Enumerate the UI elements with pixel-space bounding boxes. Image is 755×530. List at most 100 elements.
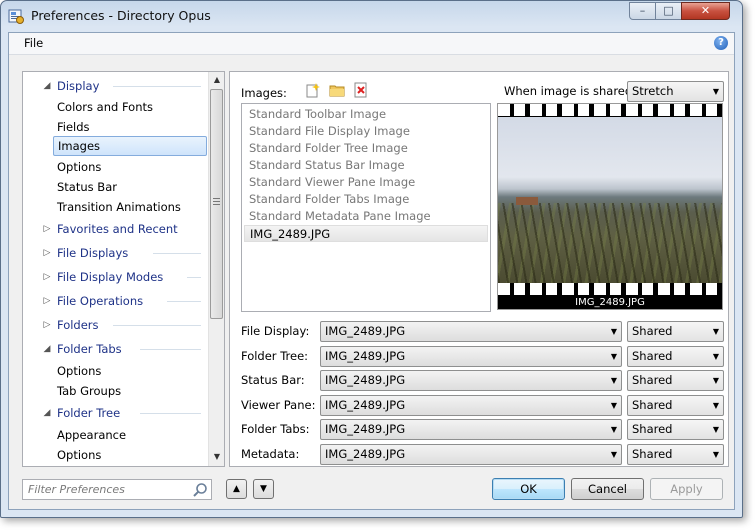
tree-item-label: File Displays bbox=[57, 246, 129, 260]
tree-item-options[interactable]: Options bbox=[57, 157, 101, 177]
tree-item-label: Folders bbox=[57, 318, 99, 332]
search-icon[interactable] bbox=[192, 482, 208, 498]
assignment-mode-value: Shared bbox=[632, 373, 673, 388]
images-list[interactable]: Standard Toolbar Image Standard File Disp… bbox=[241, 103, 491, 312]
image-list-item[interactable]: Standard Status Bar Image bbox=[249, 157, 405, 174]
assignment-mode-select[interactable]: Shared ▼ bbox=[627, 370, 724, 392]
tree-scrollbar[interactable]: ▲ ▼ bbox=[208, 72, 224, 466]
tree-item-folder-tree[interactable]: ◢ Folder Tree bbox=[44, 403, 121, 423]
assignment-image-value: IMG_2489.JPG bbox=[325, 422, 406, 437]
assignment-label: Status Bar: bbox=[241, 373, 305, 388]
chevron-down-icon: ▼ bbox=[712, 425, 719, 435]
tree-item-folders[interactable]: ▷ Folders bbox=[44, 315, 99, 335]
assignment-image-value: IMG_2489.JPG bbox=[325, 348, 406, 363]
move-up-button[interactable]: ▲ bbox=[226, 479, 247, 499]
assignment-image-select[interactable]: IMG_2489.JPG ▼ bbox=[320, 419, 622, 441]
assignment-image-select[interactable]: IMG_2489.JPG ▼ bbox=[320, 444, 622, 465]
assignment-image-select[interactable]: IMG_2489.JPG ▼ bbox=[320, 321, 622, 342]
collapsed-arrow-icon[interactable]: ▷ bbox=[41, 267, 53, 287]
apply-button[interactable]: Apply bbox=[650, 478, 723, 500]
tree-item-file-display-modes[interactable]: ▷ File Display Modes bbox=[44, 267, 164, 287]
chevron-down-icon: ▼ bbox=[712, 376, 719, 386]
tree-item-images[interactable]: Images bbox=[53, 136, 207, 156]
chevron-down-icon: ▼ bbox=[712, 351, 719, 361]
ok-button[interactable]: OK bbox=[492, 478, 565, 500]
collapsed-arrow-icon[interactable]: ▷ bbox=[41, 315, 53, 335]
assignment-image-select[interactable]: IMG_2489.JPG ▼ bbox=[320, 370, 622, 392]
assignment-image-value: IMG_2489.JPG bbox=[325, 447, 406, 461]
assignment-mode-select[interactable]: Shared ▼ bbox=[627, 419, 724, 441]
preferences-window: Preferences - Directory Opus – □ ✕ File … bbox=[0, 0, 743, 518]
assignment-mode-select[interactable]: Shared ▼ bbox=[627, 345, 724, 367]
title-bar[interactable]: Preferences - Directory Opus – □ ✕ bbox=[1, 1, 742, 31]
tree-separator bbox=[139, 349, 201, 350]
tree-item-file-displays[interactable]: ▷ File Displays bbox=[44, 243, 129, 263]
image-list-item[interactable]: Standard Metadata Pane Image bbox=[249, 208, 431, 225]
tree-separator bbox=[139, 413, 201, 414]
collapsed-arrow-icon[interactable]: ▷ bbox=[41, 219, 53, 239]
tree-item-options[interactable]: Options bbox=[57, 361, 101, 381]
tree-item-file-operations[interactable]: ▷ File Operations bbox=[44, 291, 144, 311]
tree-item-label: File Display Modes bbox=[57, 270, 164, 284]
tree-item-colors-and-fonts[interactable]: Colors and Fonts bbox=[57, 97, 153, 117]
minimize-button[interactable]: – bbox=[629, 2, 656, 20]
filter-input[interactable] bbox=[23, 480, 188, 499]
tree-item-label: Folder Tabs bbox=[57, 342, 122, 356]
scrollbar-thumb[interactable] bbox=[210, 89, 223, 319]
open-folder-icon[interactable] bbox=[329, 82, 345, 98]
assignment-image-select[interactable]: IMG_2489.JPG ▼ bbox=[320, 345, 622, 367]
chevron-down-icon: ▼ bbox=[610, 450, 617, 459]
image-list-item[interactable]: Standard Viewer Pane Image bbox=[249, 174, 415, 191]
arrow-up-icon: ▲ bbox=[233, 484, 240, 494]
tree-item-tab-groups[interactable]: Tab Groups bbox=[57, 381, 121, 401]
filter-preferences-field[interactable] bbox=[22, 479, 212, 500]
scroll-down-icon[interactable]: ▼ bbox=[209, 449, 224, 465]
image-list-item[interactable]: Standard Folder Tree Image bbox=[249, 140, 408, 157]
tree-item-appearance[interactable]: Appearance bbox=[57, 425, 126, 445]
close-button[interactable]: ✕ bbox=[681, 2, 730, 20]
menu-file[interactable]: File bbox=[22, 36, 45, 50]
collapsed-arrow-icon[interactable]: ▷ bbox=[41, 243, 53, 263]
preferences-tree[interactable]: ◢ Display Colors and Fonts Fields Images Opti… bbox=[22, 71, 225, 467]
menu-bar: File ? bbox=[9, 33, 734, 55]
assignment-image-value: IMG_2489.JPG bbox=[325, 324, 406, 338]
close-icon: ✕ bbox=[700, 4, 711, 17]
cancel-button[interactable]: Cancel bbox=[571, 478, 644, 500]
assignment-mode-select[interactable]: Shared ▼ bbox=[627, 394, 724, 416]
assignment-mode-value: Shared bbox=[632, 397, 673, 412]
assignment-image-select[interactable]: IMG_2489.JPG ▼ bbox=[320, 394, 622, 416]
arrow-down-icon: ▼ bbox=[260, 484, 267, 494]
expanded-arrow-icon[interactable]: ◢ bbox=[41, 339, 53, 359]
tree-item-fields[interactable]: Fields bbox=[57, 117, 90, 137]
minimize-icon: – bbox=[639, 4, 646, 17]
tree-item-options[interactable]: Options bbox=[57, 445, 101, 465]
scroll-up-icon[interactable]: ▲ bbox=[209, 72, 224, 88]
chevron-down-icon: ▼ bbox=[610, 376, 617, 386]
expanded-arrow-icon[interactable]: ◢ bbox=[41, 76, 53, 96]
collapsed-arrow-icon[interactable]: ▷ bbox=[41, 291, 53, 311]
expanded-arrow-icon[interactable]: ◢ bbox=[41, 403, 53, 423]
tree-item-display[interactable]: ◢ Display bbox=[44, 76, 100, 96]
dialog-client-area: File ? ◢ Display Colors and Fonts Fields Ima… bbox=[8, 32, 735, 510]
assignment-mode-select[interactable]: Shared ▼ bbox=[627, 444, 724, 465]
maximize-button[interactable]: □ bbox=[655, 2, 682, 20]
image-list-item[interactable]: Standard Toolbar Image bbox=[249, 106, 386, 123]
tree-item-favorites-and-recent[interactable]: ▷ Favorites and Recent bbox=[44, 219, 178, 239]
tree-item-transition-animations[interactable]: Transition Animations bbox=[57, 197, 181, 217]
help-icon[interactable]: ? bbox=[714, 36, 728, 50]
tree-item-status-bar[interactable]: Status Bar bbox=[57, 177, 117, 197]
shared-mode-select[interactable]: Stretch ▼ bbox=[627, 81, 724, 102]
image-list-item[interactable]: Standard Folder Tabs Image bbox=[249, 191, 409, 208]
shared-mode-value: Stretch bbox=[632, 84, 674, 98]
tree-item-label: Favorites and Recent bbox=[57, 222, 178, 236]
image-list-item[interactable]: IMG_2489.JPG bbox=[244, 225, 488, 242]
chevron-down-icon: ▼ bbox=[610, 327, 617, 336]
assignment-mode-select[interactable]: Shared ▼ bbox=[627, 321, 724, 342]
move-down-button[interactable]: ▼ bbox=[253, 479, 274, 499]
delete-icon[interactable] bbox=[353, 82, 369, 98]
image-list-item[interactable]: Standard File Display Image bbox=[249, 123, 410, 140]
new-image-icon[interactable] bbox=[305, 82, 321, 98]
tree-item-folder-tabs[interactable]: ◢ Folder Tabs bbox=[44, 339, 122, 359]
tree-separator bbox=[112, 86, 201, 87]
assignment-label: Metadata: bbox=[241, 447, 300, 461]
